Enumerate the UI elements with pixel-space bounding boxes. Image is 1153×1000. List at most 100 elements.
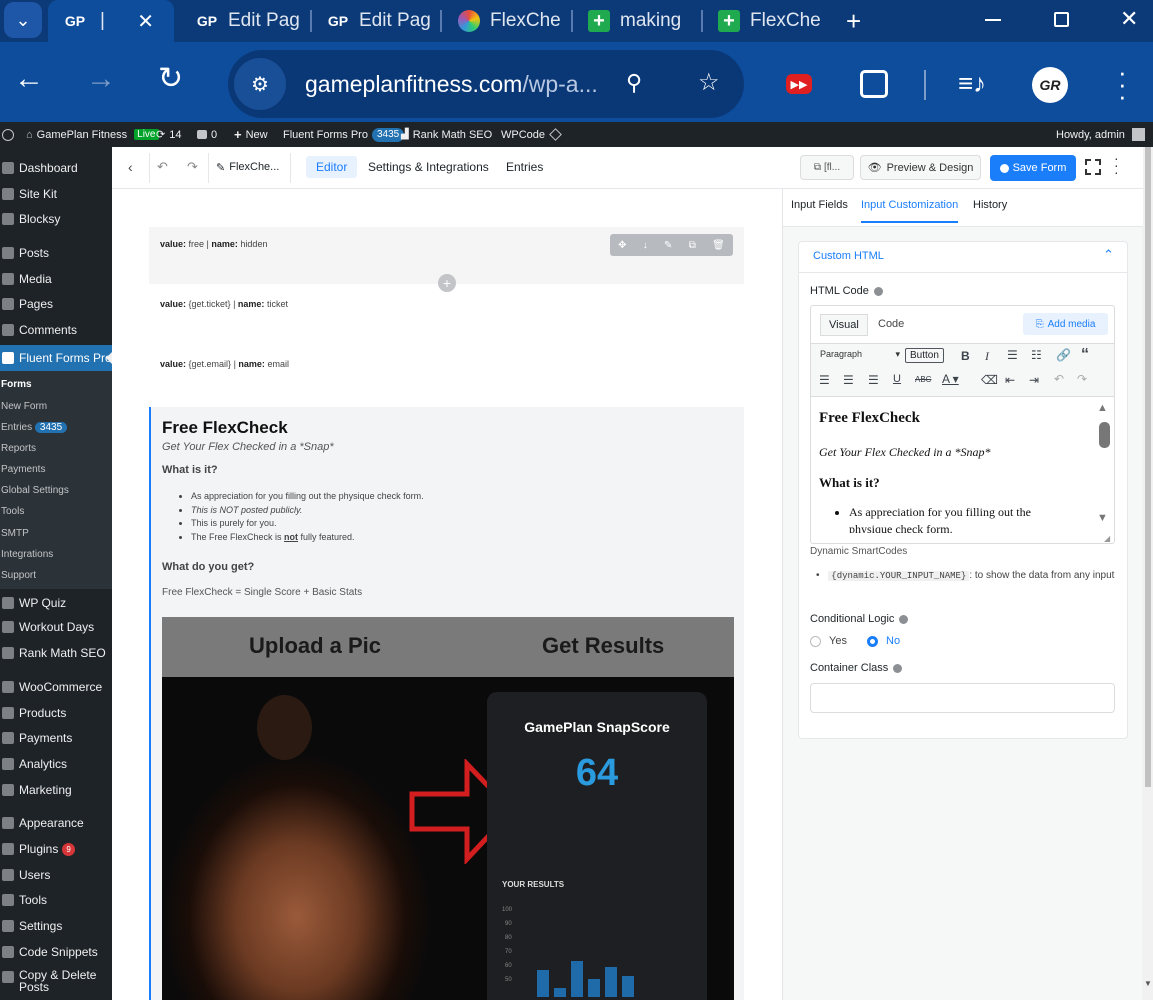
submenu-new-form[interactable]: New Form: [0, 401, 47, 412]
scroll-down-arrow-icon[interactable]: ▼: [1144, 979, 1152, 988]
rank-math-link[interactable]: ▟ Rank Math SEO: [401, 122, 492, 147]
info-icon[interactable]: [899, 614, 909, 624]
tab-input-customization[interactable]: Input Customization: [861, 199, 959, 223]
fullscreen-icon[interactable]: [1085, 159, 1101, 175]
sidebar-item-fluent-forms[interactable]: Fluent Forms Pro: [0, 345, 112, 371]
wpcode-link[interactable]: WPCode: [501, 122, 545, 147]
scroll-up-arrow-icon[interactable]: ▲: [1097, 402, 1108, 414]
tab-settings-integrations[interactable]: Settings & Integrations: [368, 160, 489, 174]
text-color-icon[interactable]: A ▾: [942, 372, 959, 386]
clear-format-icon[interactable]: ⌫: [981, 373, 998, 387]
arrow-down-icon[interactable]: ↓: [643, 240, 648, 251]
underline-icon[interactable]: U: [893, 373, 901, 385]
field-email[interactable]: value: {get.email} | name: email: [160, 359, 755, 369]
editor-tab-visual[interactable]: Visual: [820, 314, 868, 336]
add-media-button[interactable]: ⎘ Add media: [1023, 313, 1108, 335]
submenu-smtp[interactable]: SMTP: [0, 528, 29, 539]
duplicate-icon[interactable]: ⧉: [689, 240, 696, 251]
link-icon[interactable]: 🔗: [1056, 348, 1071, 362]
submenu-forms[interactable]: Forms: [0, 379, 32, 390]
sidebar-item-blocksy[interactable]: Blocksy: [0, 209, 112, 229]
tab-flexcheck-2[interactable]: + FlexChe: [718, 0, 828, 42]
sidebar-item-comments[interactable]: Comments: [0, 320, 112, 340]
tab-active[interactable]: GP | ✕: [48, 0, 174, 42]
sidebar-item-marketing[interactable]: Marketing: [0, 780, 112, 800]
close-icon[interactable]: ✕: [137, 9, 154, 34]
submenu-reports[interactable]: Reports: [0, 443, 36, 454]
tab-history[interactable]: History: [973, 199, 1007, 211]
extensions-puzzle-icon[interactable]: [860, 70, 888, 98]
sidebar-item-pages[interactable]: Pages: [0, 294, 112, 314]
sidebar-item-users[interactable]: Users: [0, 865, 112, 885]
profile-avatar[interactable]: GR: [1032, 67, 1068, 103]
edit-icon[interactable]: ✎: [664, 240, 672, 251]
sidebar-item-products[interactable]: Products: [0, 703, 112, 723]
sidebar-item-posts[interactable]: Posts: [0, 243, 112, 263]
sidebar-item-code-snippets[interactable]: Code Snippets: [0, 942, 112, 962]
shortcode-button[interactable]: ⧉ [fl...: [800, 155, 854, 180]
submenu-payments[interactable]: Payments: [0, 464, 45, 475]
updates-link[interactable]: ⟳ 14: [156, 122, 181, 147]
radio-no[interactable]: No: [867, 635, 900, 647]
submenu-tools[interactable]: Tools: [0, 506, 24, 517]
wordpress-logo-icon[interactable]: [2, 122, 14, 147]
zoom-icon[interactable]: ⚲: [626, 70, 642, 96]
scroll-thumb[interactable]: [1099, 422, 1110, 448]
add-field-plus-icon[interactable]: +: [438, 274, 456, 292]
forward-arrow-icon[interactable]: →: [86, 64, 116, 94]
video-extension-icon[interactable]: ▶▶: [786, 74, 812, 94]
omnibox[interactable]: ⚙ gameplanfitness.com/wp-a... ⚲ ☆: [228, 50, 744, 118]
tab-editor[interactable]: Editor: [306, 156, 358, 178]
page-scrollbar[interactable]: ▲ ▼: [1143, 147, 1153, 1000]
sidebar-item-site-kit[interactable]: Site Kit: [0, 184, 112, 204]
sidebar-item-copy-delete[interactable]: Copy & Delete Posts: [0, 969, 112, 999]
sidebar-item-plugins[interactable]: Plugins 9: [0, 839, 112, 859]
tab-edit-page-2[interactable]: GP Edit Pag: [327, 0, 437, 42]
bold-icon[interactable]: B: [961, 349, 970, 363]
howdy-account[interactable]: Howdy, admin: [1056, 122, 1145, 147]
outdent-icon[interactable]: ⇤: [1005, 373, 1015, 387]
undo-icon[interactable]: ↶: [1054, 372, 1064, 386]
bookmark-star-icon[interactable]: ☆: [698, 68, 720, 97]
align-left-icon[interactable]: ☰: [819, 373, 830, 387]
italic-icon[interactable]: I: [985, 349, 989, 364]
info-icon[interactable]: [893, 663, 903, 673]
custom-html-block[interactable]: Free FlexCheck Get Your Flex Checked in …: [149, 407, 744, 1000]
bullet-list-icon[interactable]: ☰: [1007, 348, 1018, 362]
paragraph-select[interactable]: Paragraph ▾: [820, 349, 900, 360]
comments-link[interactable]: 0: [197, 122, 217, 147]
tab-input-fields[interactable]: Input Fields: [791, 199, 848, 211]
trash-icon[interactable]: 🗑: [712, 240, 725, 251]
chevron-up-icon[interactable]: ⌃: [1103, 247, 1114, 263]
sidebar-item-rank-math[interactable]: Rank Math SEO: [0, 643, 112, 663]
button-inserter[interactable]: Button: [905, 348, 944, 363]
site-info-icon[interactable]: ⚙: [234, 58, 286, 110]
redo-icon[interactable]: ↷: [1077, 372, 1087, 386]
redo-icon[interactable]: ↷: [187, 159, 198, 175]
save-form-button[interactable]: Save Form: [990, 155, 1076, 181]
window-close-icon[interactable]: ✕: [1120, 6, 1138, 32]
radio-yes[interactable]: Yes: [810, 635, 847, 647]
submenu-support[interactable]: Support: [0, 570, 36, 581]
sidebar-item-wp-quiz[interactable]: WP Quiz: [0, 593, 112, 613]
tab-flexcheck-1[interactable]: FlexChe: [458, 0, 568, 42]
scroll-down-arrow-icon[interactable]: ▼: [1097, 512, 1108, 524]
align-right-icon[interactable]: ☰: [868, 373, 879, 387]
sidebar-item-appearance[interactable]: Appearance: [0, 813, 112, 833]
site-name-link[interactable]: ⌂ GamePlan Fitness Live: [26, 122, 159, 147]
diamond-icon[interactable]: [549, 122, 562, 147]
editor-scrollbar[interactable]: ▲ ▼: [1097, 398, 1112, 528]
resize-handle-icon[interactable]: ◢: [1104, 534, 1110, 543]
tab-edit-page-1[interactable]: GP Edit Pag: [196, 0, 306, 42]
back-arrow-icon[interactable]: ←: [14, 64, 44, 94]
container-class-input[interactable]: [810, 683, 1115, 713]
sidebar-item-payments[interactable]: Payments: [0, 728, 112, 748]
sidebar-item-dashboard[interactable]: Dashboard: [0, 158, 112, 178]
sidebar-item-settings[interactable]: Settings: [0, 916, 112, 936]
strikethrough-icon[interactable]: ABC: [915, 375, 931, 384]
more-vertical-icon[interactable]: · · ·: [1114, 151, 1119, 179]
editor-tab-code[interactable]: Code: [878, 318, 904, 330]
maximize-icon[interactable]: [1054, 12, 1069, 27]
numbered-list-icon[interactable]: ☷: [1031, 348, 1042, 362]
fluent-forms-link[interactable]: Fluent Forms Pro 3435: [283, 122, 405, 147]
